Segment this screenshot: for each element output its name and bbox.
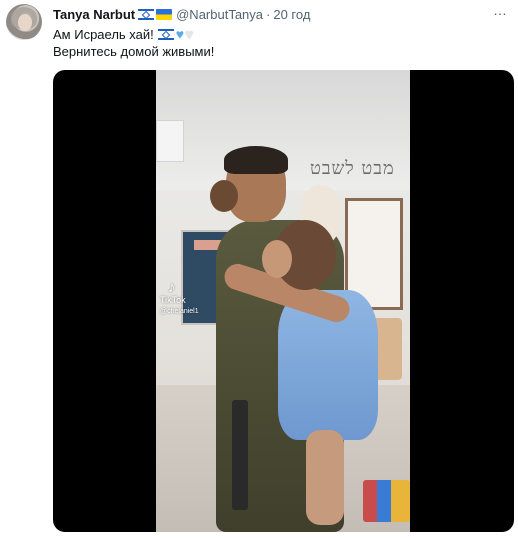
tweet-timestamp[interactable]: 20 год	[273, 7, 310, 22]
tweet-video[interactable]: מבט לשבט ♪ TikTok @chelaniel1	[53, 70, 514, 532]
tweet-card[interactable]: Tanya Narbut @NarbutTanya · 20 год … Ам …	[0, 0, 518, 538]
tweet-text-line-1-content: Ам Исраель хай!	[53, 27, 154, 42]
video-toys	[363, 480, 410, 522]
author-handle[interactable]: @NarbutTanya	[176, 7, 263, 22]
tiktok-brand: TikTok	[160, 295, 186, 305]
tiktok-username: @chelaniel1	[160, 308, 199, 315]
user-avatar[interactable]	[6, 4, 42, 40]
ukraine-flag-icon	[156, 8, 173, 20]
video-air-conditioner	[156, 120, 184, 162]
avatar-face	[18, 14, 32, 31]
video-soldier-hair	[224, 146, 288, 174]
tweet-text-line-1: Ам Исраель хай! ♥ ♥	[53, 26, 214, 43]
author-display-name[interactable]: Tanya Narbut	[53, 7, 135, 22]
tiktok-icon: ♪	[168, 279, 176, 296]
video-wall-text: מבט לשבט	[310, 158, 395, 179]
white-heart-icon: ♥	[185, 26, 194, 42]
video-girl-leg	[306, 430, 344, 525]
header-separator: ·	[266, 6, 271, 22]
tweet-header: Tanya Narbut @NarbutTanya · 20 год	[53, 6, 310, 22]
tiktok-watermark: ♪ TikTok @chelaniel1	[160, 280, 220, 316]
tweet-text: Ам Исраель хай! ♥ ♥ Вернитесь домой живы…	[53, 26, 214, 60]
tweet-text-line-2: Вернитесь домой живыми!	[53, 43, 214, 60]
video-rifle	[232, 400, 248, 510]
video-girl-face	[262, 240, 292, 278]
more-options-icon[interactable]: …	[490, 3, 510, 19]
blue-heart-icon: ♥	[175, 26, 185, 42]
video-frame: מבט לשבט ♪ TikTok @chelaniel1	[156, 70, 410, 532]
video-child-head	[210, 180, 238, 212]
israel-flag-icon	[157, 29, 174, 40]
tweet-text-line-2-content: Вернитесь домой живыми!	[53, 44, 215, 59]
israel-flag-icon	[138, 8, 155, 20]
